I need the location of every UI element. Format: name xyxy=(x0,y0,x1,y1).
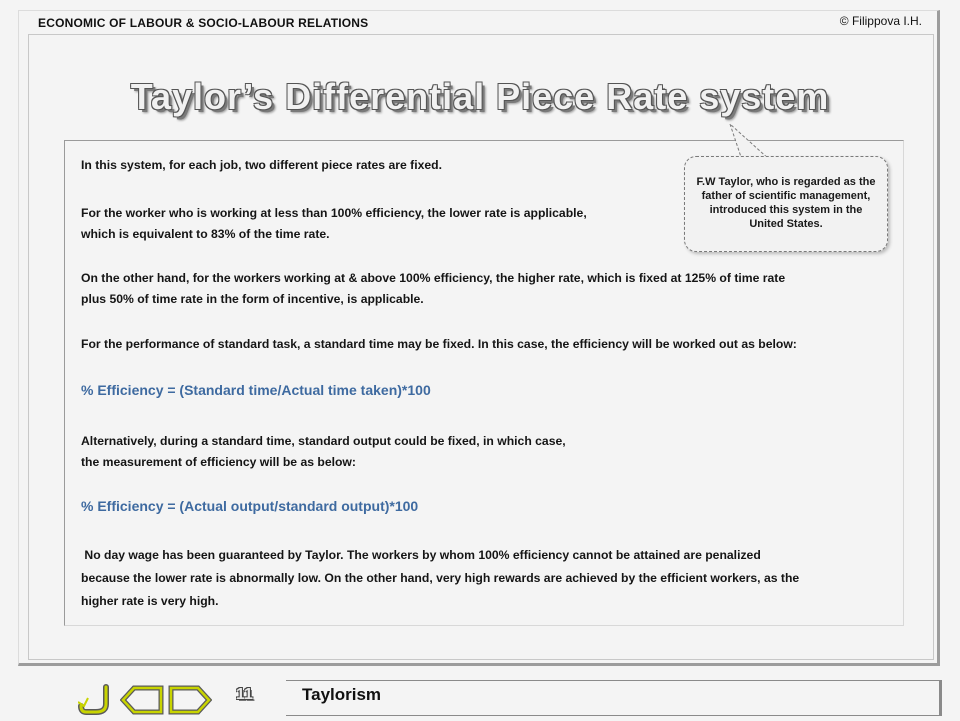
return-icon[interactable] xyxy=(77,684,118,721)
paragraph-higher-rate-line2: plus 50% of time rate in the form of inc… xyxy=(81,292,424,306)
footer-section-title: Taylorism xyxy=(302,685,382,704)
paragraph-alternative-line1: Alternatively, during a standard time, s… xyxy=(81,434,566,448)
callout-note: F.W Taylor, who is regarded as the fathe… xyxy=(684,156,888,252)
back-arrow-icon[interactable] xyxy=(119,684,164,721)
paragraph-conclusion-line1: No day wage has been guaranteed by Taylo… xyxy=(81,548,761,562)
footer-bar xyxy=(286,680,942,716)
forward-arrow-icon[interactable] xyxy=(168,684,213,721)
paragraph-intro: In this system, for each job, two differ… xyxy=(81,158,442,172)
paragraph-lower-rate-line1: For the worker who is working at less th… xyxy=(81,206,587,220)
paragraph-higher-rate-line1: On the other hand, for the workers worki… xyxy=(81,271,786,285)
paragraph-alternative-line2: the measurement of efficiency will be as… xyxy=(81,455,356,469)
formula-output-efficiency: % Efficiency = (Actual output/standard o… xyxy=(81,498,419,514)
paragraph-conclusion-line2: because the lower rate is abnormally low… xyxy=(81,571,800,585)
paragraph-conclusion-line3: higher rate is very high. xyxy=(81,594,219,608)
paragraph-standard-task: For the performance of standard task, a … xyxy=(81,337,797,351)
formula-time-efficiency: % Efficiency = (Standard time/Actual tim… xyxy=(81,382,431,398)
paragraph-lower-rate-line2: which is equivalent to 83% of the time r… xyxy=(81,227,330,241)
page-number: 11 xyxy=(236,686,253,703)
slide-title: Taylor’s Differential Piece Rate system xyxy=(130,76,830,117)
